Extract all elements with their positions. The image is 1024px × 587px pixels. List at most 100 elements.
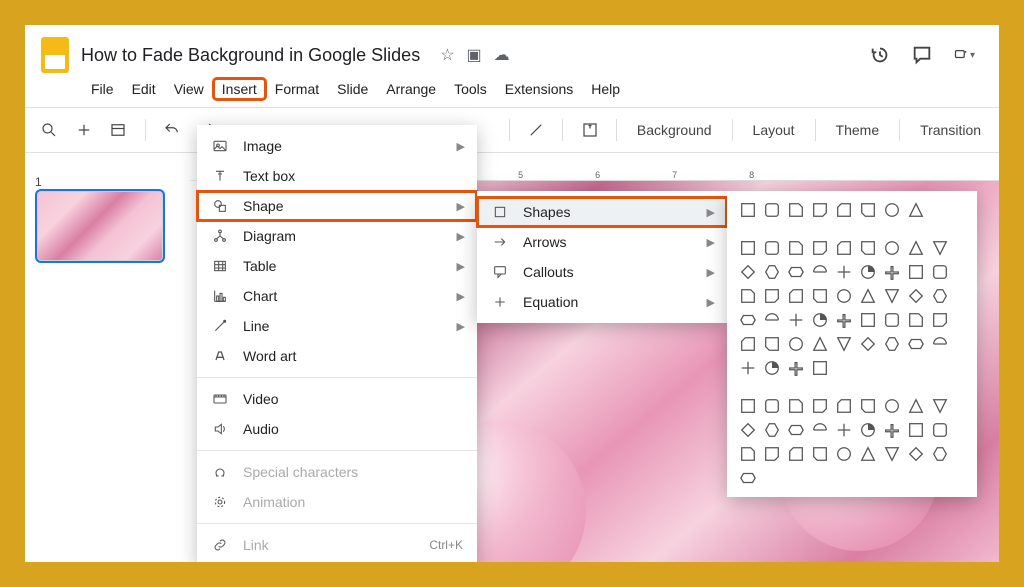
shape-cell[interactable] [811, 201, 829, 219]
new-slide-icon[interactable] [72, 117, 97, 143]
shape-cell[interactable] [907, 421, 925, 439]
shape-cell[interactable] [883, 445, 901, 463]
shape-cell[interactable] [859, 201, 877, 219]
shape-cell[interactable] [859, 239, 877, 257]
shape-cell[interactable] [835, 287, 853, 305]
menu-help[interactable]: Help [583, 79, 628, 99]
textbox-tool-icon[interactable] [577, 117, 602, 143]
insert-menu-item-text-box[interactable]: Text box [197, 161, 477, 191]
shape-cell[interactable] [787, 311, 805, 329]
shape-cell[interactable] [763, 239, 781, 257]
menu-tools[interactable]: Tools [446, 79, 495, 99]
shape-cell[interactable] [739, 469, 757, 487]
shape-cell[interactable] [787, 397, 805, 415]
line-tool-icon[interactable] [524, 117, 549, 143]
insert-menu-item-audio[interactable]: Audio [197, 414, 477, 444]
comment-icon[interactable] [911, 44, 933, 66]
shape-cell[interactable] [931, 397, 949, 415]
shape-cell[interactable] [763, 359, 781, 377]
shape-cell[interactable] [859, 263, 877, 281]
shape-cell[interactable] [835, 421, 853, 439]
shape-cell[interactable] [835, 311, 853, 329]
shape-cell[interactable] [931, 263, 949, 281]
menu-format[interactable]: Format [267, 79, 327, 99]
shape-cell[interactable] [835, 201, 853, 219]
shape-submenu-item-shapes[interactable]: Shapes▶ [477, 197, 727, 227]
shape-cell[interactable] [835, 263, 853, 281]
shape-cell[interactable] [907, 239, 925, 257]
shape-cell[interactable] [931, 311, 949, 329]
shape-submenu-item-equation[interactable]: Equation▶ [477, 287, 727, 317]
star-icon[interactable]: ☆ [440, 45, 454, 65]
shape-cell[interactable] [859, 287, 877, 305]
shape-cell[interactable] [739, 201, 757, 219]
shape-cell[interactable] [883, 287, 901, 305]
menu-edit[interactable]: Edit [124, 79, 164, 99]
shape-cell[interactable] [811, 239, 829, 257]
shape-cell[interactable] [787, 239, 805, 257]
shape-cell[interactable] [907, 397, 925, 415]
menu-view[interactable]: View [166, 79, 212, 99]
shape-cell[interactable] [883, 311, 901, 329]
shape-cell[interactable] [739, 359, 757, 377]
shape-cell[interactable] [811, 359, 829, 377]
shape-cell[interactable] [787, 421, 805, 439]
shape-cell[interactable] [739, 421, 757, 439]
shape-cell[interactable] [859, 335, 877, 353]
shape-cell[interactable] [739, 397, 757, 415]
shape-cell[interactable] [811, 421, 829, 439]
present-icon[interactable]: ▾ [953, 44, 975, 66]
shape-cell[interactable] [739, 239, 757, 257]
menu-insert[interactable]: Insert [214, 79, 265, 99]
shape-cell[interactable] [739, 263, 757, 281]
undo-icon[interactable] [160, 117, 185, 143]
shape-cell[interactable] [835, 239, 853, 257]
shape-cell[interactable] [907, 445, 925, 463]
shape-cell[interactable] [883, 263, 901, 281]
shape-cell[interactable] [835, 397, 853, 415]
shape-cell[interactable] [931, 421, 949, 439]
shape-cell[interactable] [763, 201, 781, 219]
theme-button[interactable]: Theme [830, 118, 886, 142]
shape-cell[interactable] [787, 335, 805, 353]
menu-arrange[interactable]: Arrange [378, 79, 444, 99]
insert-menu-item-table[interactable]: Table▶ [197, 251, 477, 281]
shape-cell[interactable] [811, 263, 829, 281]
layout-button[interactable]: Layout [747, 118, 801, 142]
shape-cell[interactable] [811, 311, 829, 329]
shape-cell[interactable] [859, 397, 877, 415]
shape-cell[interactable] [859, 311, 877, 329]
shape-cell[interactable] [811, 335, 829, 353]
shape-cell[interactable] [931, 445, 949, 463]
menu-slide[interactable]: Slide [329, 79, 376, 99]
shape-cell[interactable] [763, 311, 781, 329]
slide-thumbnail[interactable] [35, 189, 165, 263]
insert-menu-item-shape[interactable]: Shape▶ [197, 191, 477, 221]
shape-cell[interactable] [763, 421, 781, 439]
insert-menu-item-word-art[interactable]: Word art [197, 341, 477, 371]
menu-extensions[interactable]: Extensions [497, 79, 581, 99]
shape-cell[interactable] [787, 359, 805, 377]
shape-cell[interactable] [811, 445, 829, 463]
shape-cell[interactable] [931, 335, 949, 353]
shape-cell[interactable] [739, 445, 757, 463]
menu-file[interactable]: File [83, 79, 122, 99]
shape-cell[interactable] [763, 287, 781, 305]
shape-cell[interactable] [859, 421, 877, 439]
transition-button[interactable]: Transition [914, 118, 987, 142]
document-title[interactable]: How to Fade Background in Google Slides [81, 45, 420, 66]
layout-icon[interactable] [106, 117, 131, 143]
shape-cell[interactable] [883, 335, 901, 353]
history-icon[interactable] [869, 44, 891, 66]
shape-cell[interactable] [883, 239, 901, 257]
shape-cell[interactable] [859, 445, 877, 463]
insert-menu-item-image[interactable]: Image▶ [197, 131, 477, 161]
shape-cell[interactable] [907, 287, 925, 305]
insert-menu-item-diagram[interactable]: Diagram▶ [197, 221, 477, 251]
shape-cell[interactable] [835, 335, 853, 353]
insert-menu-item-video[interactable]: Video [197, 384, 477, 414]
shape-cell[interactable] [883, 397, 901, 415]
shape-submenu-item-arrows[interactable]: Arrows▶ [477, 227, 727, 257]
shape-cell[interactable] [907, 335, 925, 353]
folder-move-icon[interactable]: ▣ [467, 45, 482, 65]
